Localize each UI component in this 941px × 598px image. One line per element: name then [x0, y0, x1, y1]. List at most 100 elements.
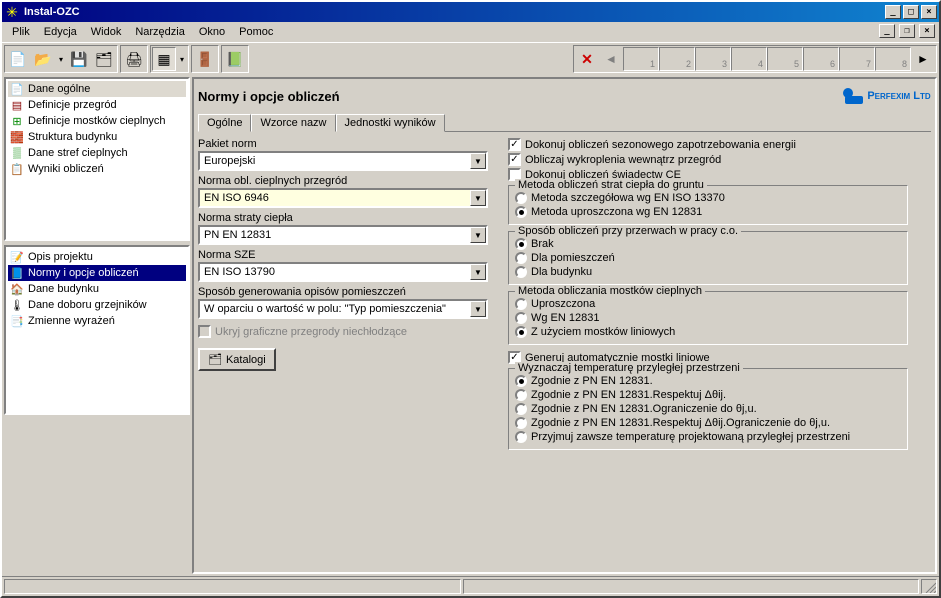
- mdi-restore-button[interactable]: ❐: [899, 24, 915, 38]
- norma-przegrod-combo[interactable]: EN ISO 6946▼: [198, 188, 488, 208]
- group-grunt: Metoda obliczeń strat ciepła do gruntu M…: [508, 185, 908, 225]
- close-button[interactable]: ×: [921, 5, 937, 19]
- group-przerwy: Sposób obliczeń przy przerwach w pracy c…: [508, 231, 908, 285]
- radio-icon: [515, 192, 527, 204]
- saveall-button[interactable]: 🗂: [92, 47, 116, 71]
- table-view-dropdown[interactable]: ▾: [177, 47, 187, 71]
- catalog-icon: 🗂: [208, 353, 222, 366]
- radio-icon: [515, 266, 527, 278]
- rad-grunt-1[interactable]: Metoda szczegółowa wg EN ISO 13370: [515, 192, 901, 204]
- tab-row: Ogólne Wzorce nazw Jednostki wyników: [198, 113, 931, 132]
- save-button[interactable]: 💾: [67, 47, 91, 71]
- menu-edycja[interactable]: Edycja: [38, 24, 83, 40]
- radio-icon: [515, 238, 527, 250]
- rad-mostki-1[interactable]: Uproszczona: [515, 298, 901, 310]
- nav-tab-5[interactable]: 5: [767, 47, 803, 71]
- group-mostki: Metoda obliczania mostków cieplnych Upro…: [508, 291, 908, 345]
- exit-button[interactable]: 🚪: [193, 47, 217, 71]
- katalogi-button[interactable]: 🗂Katalogi: [198, 348, 276, 371]
- table-view-button[interactable]: ▦: [152, 47, 176, 71]
- menu-narzedzia[interactable]: Narzędzia: [129, 24, 191, 40]
- rad-temp-2[interactable]: Zgodnie z PN EN 12831.Respektuj Δθij.: [515, 389, 901, 401]
- tree-opis[interactable]: 📝Opis projektu: [8, 249, 186, 265]
- chevron-down-icon: ▼: [470, 301, 486, 317]
- menu-plik[interactable]: Plik: [6, 24, 36, 40]
- nav-tab-8[interactable]: 8: [875, 47, 911, 71]
- window-title: Instal-OZC: [24, 6, 883, 18]
- logo-icon: [841, 86, 865, 106]
- rad-temp-5[interactable]: Przyjmuj zawsze temperaturę projektowaną…: [515, 431, 901, 443]
- tree-categories: 📄Dane ogólne ▤Definicje przegród ⊞Defini…: [4, 77, 190, 241]
- help-book-button[interactable]: 📗: [223, 47, 247, 71]
- print-button[interactable]: 🖨: [122, 47, 146, 71]
- rad-przerwy-3[interactable]: Dla budynku: [515, 266, 901, 278]
- nav-tab-4[interactable]: 4: [731, 47, 767, 71]
- bridge-icon: ⊞: [10, 114, 24, 128]
- page-title: Normy i opcje obliczeń: [198, 89, 841, 104]
- tab-ogolne[interactable]: Ogólne: [198, 114, 251, 132]
- radio-icon: [515, 389, 527, 401]
- sposob-combo[interactable]: W oparciu o wartość w polu: "Typ pomiesz…: [198, 299, 488, 319]
- pakiet-combo[interactable]: Europejski▼: [198, 151, 488, 171]
- radio-icon: [515, 326, 527, 338]
- tree-normy[interactable]: 📘Normy i opcje obliczeń: [8, 265, 186, 281]
- rad-temp-3[interactable]: Zgodnie z PN EN 12831.Ograniczenie do θj…: [515, 403, 901, 415]
- minimize-button[interactable]: _: [885, 5, 901, 19]
- chevron-down-icon: ▼: [470, 264, 486, 280]
- menu-okno[interactable]: Okno: [193, 24, 231, 40]
- tree-struktura[interactable]: 🧱Struktura budynku: [8, 129, 186, 145]
- radio-icon: [515, 206, 527, 218]
- tree-definicje-mostkow[interactable]: ⊞Definicje mostków cieplnych: [8, 113, 186, 129]
- new-button[interactable]: 📄: [6, 47, 30, 71]
- tab-jednostki[interactable]: Jednostki wyników: [336, 114, 445, 132]
- rad-temp-1[interactable]: Zgodnie z PN EN 12831.: [515, 375, 901, 387]
- rad-mostki-2[interactable]: Wg EN 12831: [515, 312, 901, 324]
- zones-icon: ▒: [10, 146, 24, 160]
- vars-icon: 📑: [10, 314, 24, 328]
- rad-grunt-2[interactable]: Metoda uproszczona wg EN 12831: [515, 206, 901, 218]
- chk-sezon[interactable]: ✓Dokonuj obliczeń sezonowego zapotrzebow…: [508, 138, 908, 151]
- tree-grzejniki[interactable]: 🌡Dane doboru grzejników: [8, 297, 186, 313]
- nav-tab-3[interactable]: 3: [695, 47, 731, 71]
- rad-mostki-3[interactable]: Z użyciem mostków liniowych: [515, 326, 901, 338]
- open-dropdown[interactable]: ▾: [56, 47, 66, 71]
- radio-icon: [515, 431, 527, 443]
- tree-strefy[interactable]: ▒Dane stref cieplnych: [8, 145, 186, 161]
- doc-icon: 📝: [10, 250, 24, 264]
- nav-tab-1[interactable]: 1: [623, 47, 659, 71]
- norma-sze-combo[interactable]: EN ISO 13790▼: [198, 262, 488, 282]
- maximize-button[interactable]: □: [903, 5, 919, 19]
- tab-wzorce[interactable]: Wzorce nazw: [251, 114, 335, 132]
- mdi-close-button[interactable]: ×: [919, 24, 935, 38]
- norma-straty-combo[interactable]: PN EN 12831▼: [198, 225, 488, 245]
- tree-definicje-przegrod[interactable]: ▤Definicje przegród: [8, 97, 186, 113]
- rad-temp-4[interactable]: Zgodnie z PN EN 12831.Respektuj Δθij.Ogr…: [515, 417, 901, 429]
- norma-sze-label: Norma SZE: [198, 249, 488, 261]
- checkbox-icon: ✓: [508, 138, 521, 151]
- tree-dane-ogolne[interactable]: 📄Dane ogólne: [8, 81, 186, 97]
- tree-zmienne[interactable]: 📑Zmienne wyrażeń: [8, 313, 186, 329]
- mdi-minimize-button[interactable]: _: [879, 24, 895, 38]
- nav-last[interactable]: ►: [911, 47, 935, 71]
- group-temp: Wyznaczaj temperaturę przyległej przestr…: [508, 368, 908, 450]
- radio-icon: [515, 417, 527, 429]
- norma-straty-label: Norma straty ciepła: [198, 212, 488, 224]
- app-icon: ✳: [4, 4, 20, 20]
- resize-grip[interactable]: [921, 579, 937, 594]
- tree-wyniki[interactable]: 📋Wyniki obliczeń: [8, 161, 186, 177]
- radio-icon: [515, 375, 527, 387]
- nav-first[interactable]: ◄: [599, 47, 623, 71]
- radio-icon: [515, 298, 527, 310]
- rad-przerwy-2[interactable]: Dla pomieszczeń: [515, 252, 901, 264]
- nav-delete[interactable]: ✕: [575, 47, 599, 71]
- nav-tab-6[interactable]: 6: [803, 47, 839, 71]
- menu-pomoc[interactable]: Pomoc: [233, 24, 279, 40]
- nav-tab-7[interactable]: 7: [839, 47, 875, 71]
- open-button[interactable]: 📂: [31, 47, 55, 71]
- menu-widok[interactable]: Widok: [85, 24, 128, 40]
- rad-przerwy-1[interactable]: Brak: [515, 238, 901, 250]
- chk-wykrop[interactable]: ✓Obliczaj wykroplenia wewnątrz przegród: [508, 153, 908, 166]
- tree-budynek[interactable]: 🏠Dane budynku: [8, 281, 186, 297]
- nav-tab-2[interactable]: 2: [659, 47, 695, 71]
- record-navigator: ✕ ◄ 1 2 3 4 5 6 7 8 ►: [573, 45, 937, 73]
